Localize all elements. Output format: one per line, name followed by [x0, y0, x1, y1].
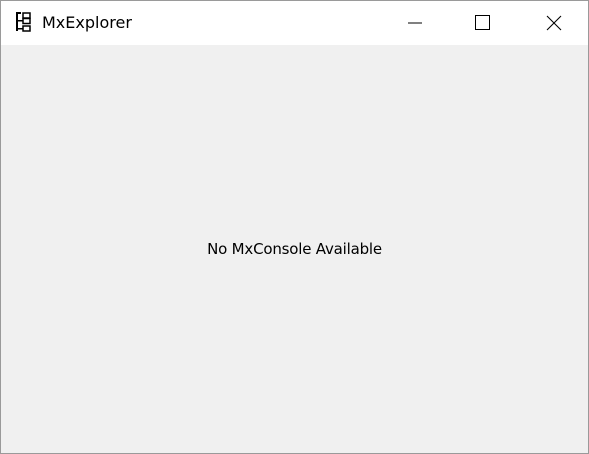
minimize-button[interactable]	[392, 1, 438, 45]
main-content-area: No MxConsole Available	[1, 45, 588, 453]
status-message: No MxConsole Available	[207, 240, 382, 258]
window-title: MxExplorer	[42, 13, 132, 32]
close-button[interactable]	[531, 1, 577, 45]
title-bar[interactable]: MxExplorer	[1, 1, 588, 45]
maximize-icon	[475, 15, 490, 30]
minimize-icon	[408, 22, 422, 24]
maximize-button[interactable]	[460, 1, 506, 45]
close-icon	[546, 15, 562, 31]
tree-structure-icon	[14, 11, 34, 33]
app-window: MxExplorer No MxConsole Available	[0, 0, 589, 454]
